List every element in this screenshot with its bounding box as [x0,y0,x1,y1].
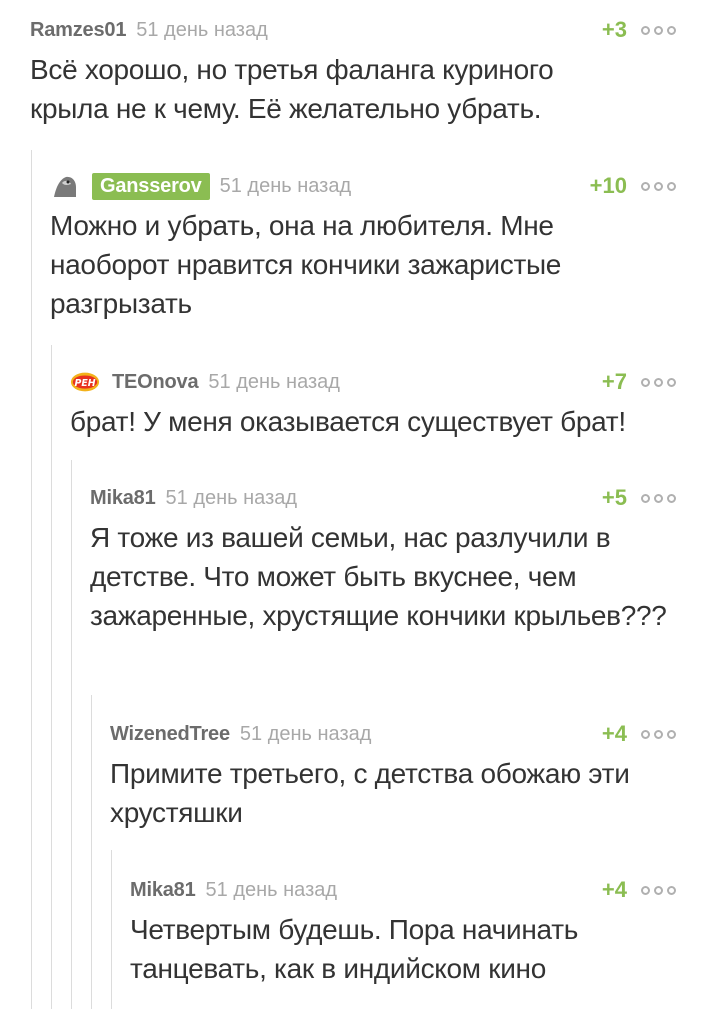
more-options-icon[interactable] [641,885,676,895]
comment-text: Я тоже из вашей семьи, нас разлучили в д… [90,522,667,631]
comment: Mika81 51 день назад +5 Я тоже из вашей … [90,482,720,635]
comment-text: Четвертым будешь. Пора начинать танцеват… [130,914,579,984]
comment-author[interactable]: Mika81 [130,879,196,902]
comment-author[interactable]: Mika81 [90,487,156,510]
comment-text: Всё хорошо, но третья фаланга куриного к… [30,54,554,124]
comment-text: Примите третьего, с детства обожаю эти х… [110,758,630,828]
thread-line [71,460,72,1009]
comment-date[interactable]: 51 день назад [166,487,298,510]
comment-header: Mika81 51 день назад +5 [90,482,720,514]
more-options-icon[interactable] [641,377,676,387]
comment-text: Можно и убрать, она на любителя. Мне нао… [50,210,562,319]
comment-rating: +5 [601,485,627,510]
thread-line [91,695,92,1009]
comment-rating: +4 [601,721,627,746]
comment-date[interactable]: 51 день назад [206,879,338,902]
comment: Gansserov 51 день назад +10 Можно и убра… [50,170,720,323]
comment-rating: +10 [589,173,627,198]
more-options-icon[interactable] [641,493,676,503]
comment-author[interactable]: WizenedTree [110,723,230,746]
comment-header: Gansserov 51 день назад +10 [50,170,720,202]
comment-date[interactable]: 51 день назад [220,175,352,198]
thread-line [31,150,32,1009]
comment: Ramzes01 51 день назад +3 Всё хорошо, но… [30,14,720,128]
comment-date[interactable]: 51 день назад [136,19,268,42]
avatar[interactable]: РЕН [70,367,100,397]
more-options-icon[interactable] [641,25,676,35]
comment-header: Ramzes01 51 день назад +3 [30,14,720,46]
thread-line [111,850,112,1009]
comment-rating: +4 [601,877,627,902]
thread-line [51,345,52,1009]
more-options-icon[interactable] [641,729,676,739]
comment-text: брат! У меня оказывается существует брат… [70,406,626,437]
comment-author[interactable]: TEOnova [112,371,199,394]
comment-author[interactable]: Ramzes01 [30,19,126,42]
ren-tv-logo-icon: РЕН [70,372,100,392]
avatar[interactable] [50,171,80,201]
logo-text: РЕН [74,378,95,389]
comment: Mika81 51 день назад +4 Четвертым будешь… [130,874,720,988]
comment-header: РЕН TEOnova 51 день назад +7 [70,366,720,398]
comment: РЕН TEOnova 51 день назад +7 брат! У мен… [70,366,720,441]
user-avatar-icon [50,171,80,201]
comment-date[interactable]: 51 день назад [240,723,372,746]
comment-date[interactable]: 51 день назад [208,371,340,394]
comment-author[interactable]: Gansserov [92,172,210,200]
comment-header: WizenedTree 51 день назад +4 [110,718,720,750]
comment-rating: +3 [601,17,627,42]
comment-header: Mika81 51 день назад +4 [130,874,720,906]
comment: WizenedTree 51 день назад +4 Примите тре… [110,718,720,832]
comment-rating: +7 [601,369,627,394]
more-options-icon[interactable] [641,181,676,191]
